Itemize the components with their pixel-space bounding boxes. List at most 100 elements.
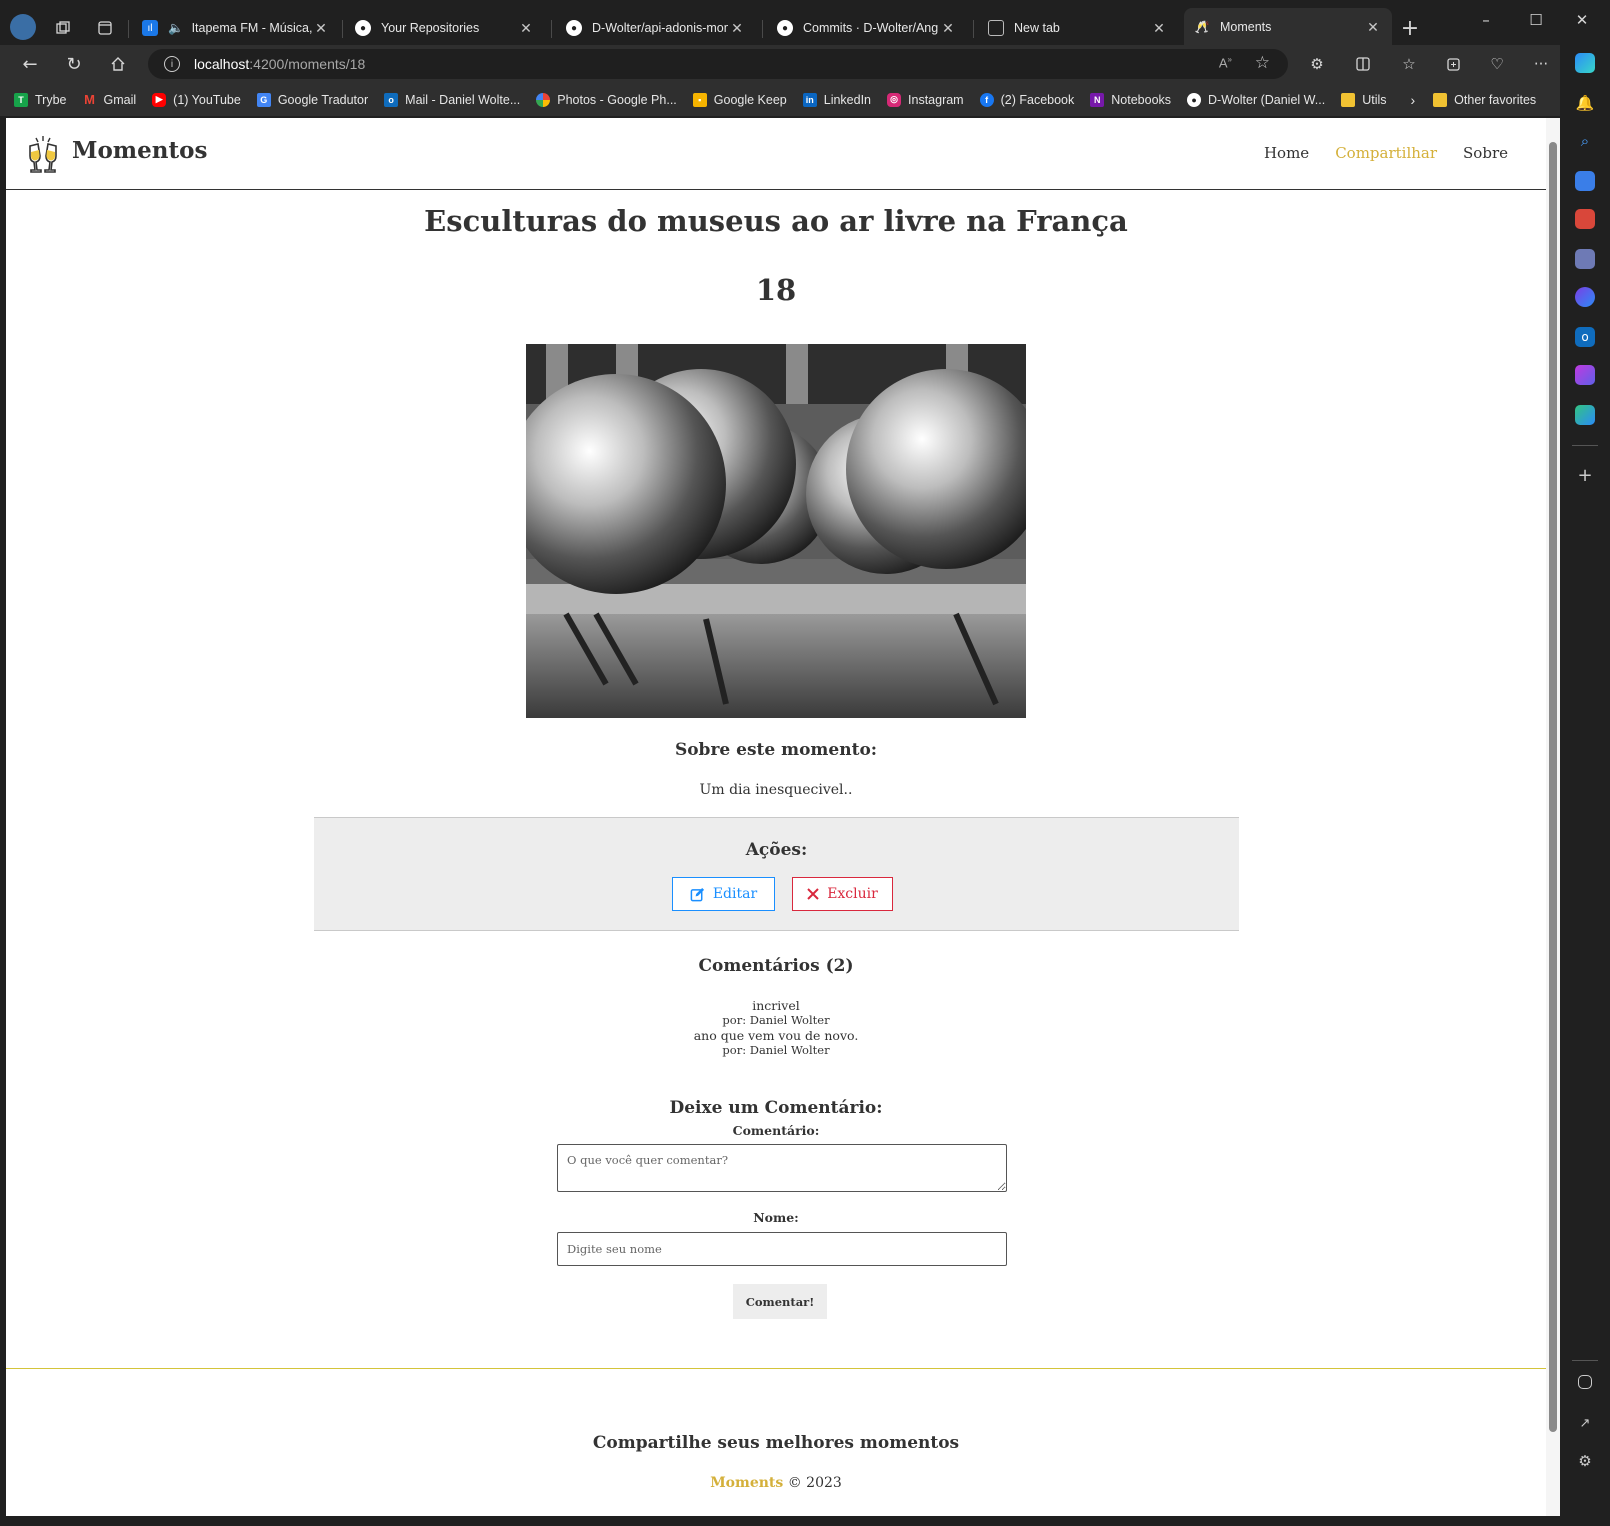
bookmark-google-tradutor[interactable]: G Google Tradutor bbox=[256, 92, 368, 107]
open-external-icon[interactable]: ↗ bbox=[1575, 1413, 1595, 1433]
comments-heading: Comentários (2) bbox=[698, 956, 854, 976]
bookmark-label: Mail - Daniel Wolte... bbox=[405, 92, 521, 107]
drop-icon[interactable] bbox=[1575, 405, 1595, 425]
tab-close-icon[interactable]: ✕ bbox=[728, 20, 746, 37]
sidebar-settings-gear-icon[interactable]: ⚙ bbox=[1575, 1451, 1595, 1471]
name-field-label: Nome: bbox=[753, 1210, 799, 1225]
newtab-icon bbox=[988, 20, 1004, 36]
audio-playing-icon[interactable]: 🔈 bbox=[168, 21, 184, 36]
bookmark-notebooks[interactable]: N Notebooks bbox=[1090, 92, 1171, 107]
bookmark-youtube[interactable]: ▶ (1) YouTube bbox=[152, 92, 241, 107]
hide-sidebar-icon[interactable] bbox=[1578, 1375, 1592, 1389]
bookmark-facebook[interactable]: f (2) Facebook bbox=[979, 92, 1074, 107]
favorites-icon[interactable]: ☆ bbox=[1398, 53, 1420, 75]
bookmark-label: Gmail bbox=[103, 92, 137, 107]
bookmark-trybe[interactable]: T Trybe bbox=[14, 92, 67, 107]
designer-icon[interactable] bbox=[1575, 365, 1595, 385]
browser-essentials-icon[interactable]: ♡ bbox=[1486, 53, 1508, 75]
tab-close-icon[interactable]: ✕ bbox=[312, 20, 330, 37]
delete-button[interactable]: Excluir bbox=[792, 877, 893, 911]
more-menu-icon[interactable]: ··· bbox=[1530, 53, 1552, 75]
tab-separator bbox=[551, 20, 552, 38]
bookmark-mail[interactable]: o Mail - Daniel Wolte... bbox=[384, 92, 521, 107]
page-scrollbar[interactable] bbox=[1546, 118, 1560, 1516]
edit-icon bbox=[690, 887, 704, 901]
tab-separator bbox=[973, 20, 974, 38]
copilot-icon[interactable] bbox=[1575, 53, 1595, 73]
minimize-button[interactable]: – bbox=[1474, 10, 1498, 30]
tab-api-adonis[interactable]: ● D-Wolter/api-adonis-mome ✕ bbox=[556, 10, 756, 46]
tab-close-icon[interactable]: ✕ bbox=[517, 20, 535, 37]
edit-button[interactable]: Editar bbox=[672, 877, 775, 911]
microsoft-365-icon[interactable] bbox=[1575, 287, 1595, 307]
tab-separator bbox=[342, 20, 343, 38]
favorite-star-icon[interactable]: ☆ bbox=[1255, 53, 1270, 73]
outlook-icon[interactable]: o bbox=[1575, 327, 1595, 347]
tools-briefcase-icon[interactable] bbox=[1575, 209, 1595, 229]
extensions-icon[interactable]: ⚙ bbox=[1306, 53, 1328, 75]
bookmark-google-keep[interactable]: ▪ Google Keep bbox=[692, 92, 787, 107]
shopping-tag-icon[interactable] bbox=[1575, 171, 1595, 191]
footer-divider bbox=[6, 1368, 1546, 1369]
tab-close-icon[interactable]: ✕ bbox=[1150, 20, 1168, 37]
tab-itapema[interactable]: ıl 🔈 Itapema FM - Música, ✕ bbox=[132, 10, 340, 46]
footer-copyright-text: © 2023 bbox=[783, 1475, 842, 1491]
nav-share[interactable]: Compartilhar bbox=[1335, 144, 1437, 162]
tab-close-icon[interactable]: ✕ bbox=[1364, 19, 1382, 36]
tab-new-tab[interactable]: New tab ✕ bbox=[978, 10, 1178, 46]
outlook-icon: o bbox=[384, 92, 399, 107]
leave-comment-heading: Deixe um Comentário: bbox=[669, 1098, 883, 1118]
bookmark-label: Instagram bbox=[908, 92, 964, 107]
read-aloud-icon[interactable]: A» bbox=[1219, 55, 1232, 70]
footer-brand[interactable]: Moments bbox=[710, 1475, 783, 1491]
maximize-button[interactable]: ☐ bbox=[1524, 10, 1548, 30]
bookmark-utils[interactable]: Utils bbox=[1341, 92, 1387, 107]
bookmark-gmail[interactable]: M Gmail bbox=[83, 92, 137, 107]
tab-label: Itapema FM - Música, bbox=[191, 21, 312, 35]
site-brand[interactable]: Momentos bbox=[72, 137, 207, 164]
tab-actions-icon[interactable] bbox=[94, 17, 116, 39]
nav-about[interactable]: Sobre bbox=[1463, 144, 1508, 162]
add-sidebar-app-icon[interactable]: + bbox=[1575, 465, 1595, 486]
bookmark-label: Trybe bbox=[35, 92, 67, 107]
cheers-icon: 🥂 bbox=[1194, 20, 1210, 34]
url-host: localhost bbox=[194, 56, 250, 72]
browser-toolbar: ← ↻ i localhost:4200/moments/18 A» ☆ ⚙ ☆… bbox=[0, 45, 1560, 83]
new-tab-button[interactable]: + bbox=[1398, 16, 1422, 41]
name-input[interactable] bbox=[557, 1232, 1007, 1266]
tab-your-repositories[interactable]: ● Your Repositories ✕ bbox=[345, 10, 545, 46]
search-icon[interactable]: ⌕ bbox=[1575, 131, 1595, 151]
address-bar[interactable]: i localhost:4200/moments/18 A» ☆ bbox=[148, 49, 1288, 79]
tab-commits[interactable]: ● Commits · D-Wolter/Angul ✕ bbox=[767, 10, 967, 46]
close-window-button[interactable]: ✕ bbox=[1570, 10, 1594, 30]
site-info-icon[interactable]: i bbox=[164, 56, 180, 72]
bookmark-linkedin[interactable]: in LinkedIn bbox=[802, 92, 871, 107]
back-arrow-icon[interactable]: ← bbox=[18, 53, 42, 75]
home-icon[interactable] bbox=[106, 53, 130, 75]
radio-icon: ıl bbox=[142, 20, 158, 36]
folder-icon bbox=[1433, 92, 1448, 107]
bell-icon[interactable]: 🔔 bbox=[1575, 93, 1595, 113]
bookmark-photos[interactable]: Photos - Google Ph... bbox=[536, 92, 677, 107]
bookmark-instagram[interactable]: ◎ Instagram bbox=[887, 92, 964, 107]
tab-close-icon[interactable]: ✕ bbox=[939, 20, 957, 37]
profile-avatar[interactable] bbox=[10, 14, 36, 40]
gmail-icon: M bbox=[84, 92, 95, 107]
collections-icon[interactable] bbox=[1442, 53, 1464, 75]
comment-item: incrivel por: Daniel Wolter bbox=[6, 998, 1546, 1028]
split-screen-icon[interactable] bbox=[1352, 53, 1374, 75]
bookmarks-overflow-chevron-icon[interactable]: › bbox=[1411, 92, 1416, 108]
submit-comment-button[interactable]: Comentar! bbox=[733, 1284, 827, 1319]
comment-textarea[interactable] bbox=[557, 1144, 1007, 1192]
bookmark-d-wolter[interactable]: ● D-Wolter (Daniel W... bbox=[1187, 92, 1325, 107]
scrollbar-thumb[interactable] bbox=[1549, 142, 1557, 1432]
cheers-logo-icon[interactable] bbox=[24, 134, 62, 174]
github-icon: ● bbox=[777, 20, 793, 36]
nav-home[interactable]: Home bbox=[1264, 144, 1309, 162]
bookmark-other-favorites[interactable]: Other favorites bbox=[1433, 92, 1536, 107]
tab-moments[interactable]: 🥂 Moments ✕ bbox=[1184, 8, 1392, 46]
reload-icon[interactable]: ↻ bbox=[62, 53, 86, 75]
games-icon[interactable] bbox=[1575, 249, 1595, 269]
bookmark-label: Utils bbox=[1362, 92, 1387, 107]
workspaces-icon[interactable] bbox=[52, 17, 74, 39]
